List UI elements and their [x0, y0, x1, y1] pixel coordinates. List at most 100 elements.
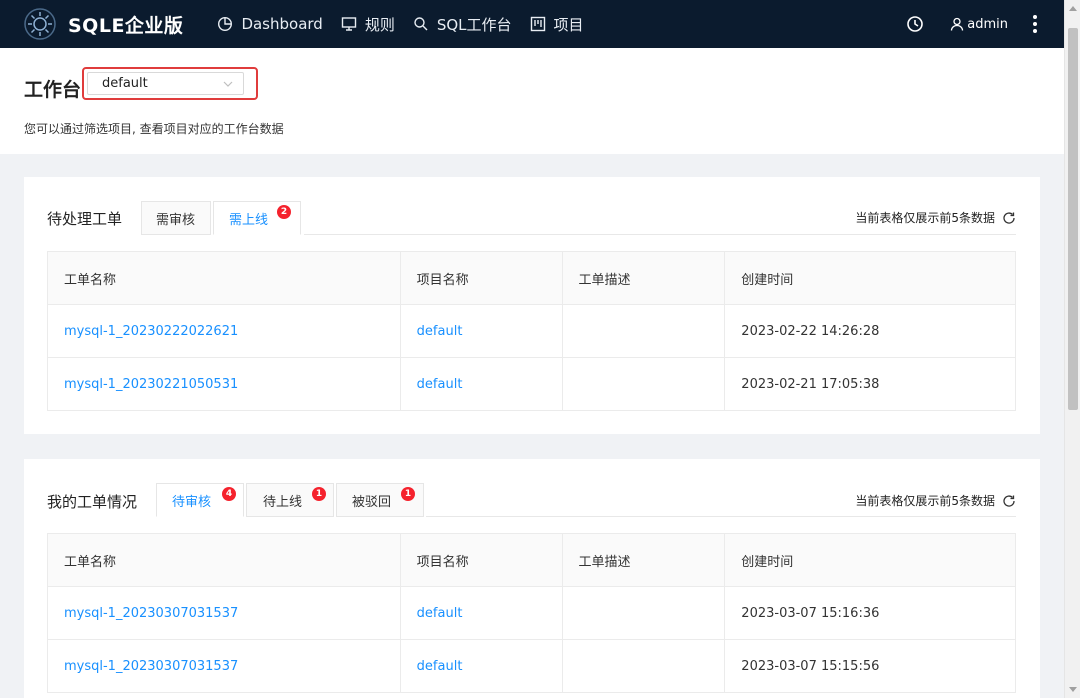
project-cell: default — [399, 304, 563, 358]
table-note: 当前表格仅展示前5条数据 — [855, 209, 1016, 226]
description-cell — [561, 357, 726, 411]
refresh-icon[interactable] — [1002, 494, 1016, 508]
column-header: 工单名称 — [47, 251, 401, 305]
order-name-link[interactable]: mysql-1_20230221050531 — [64, 377, 238, 392]
description-cell — [561, 304, 726, 358]
table-row: mysql-1_20230307031537 default 2023-03-0… — [47, 586, 1016, 640]
pending-orders-table: 工单名称 项目名称 工单描述 创建时间 mysql-1_202302220226… — [47, 251, 1016, 411]
project-link[interactable]: default — [417, 659, 463, 674]
history-clock-icon[interactable] — [906, 15, 924, 33]
brand[interactable]: SQLE企业版 — [22, 6, 183, 42]
project-cell: default — [399, 639, 563, 693]
description-cell — [561, 586, 726, 640]
nav-label: SQL工作台 — [436, 15, 512, 34]
table-row: mysql-1_20230307031537 default 2023-03-0… — [47, 639, 1016, 693]
tab-badge: 4 — [222, 487, 236, 501]
created-time-cell: 2023-03-07 15:15:56 — [724, 639, 1016, 693]
note-text: 当前表格仅展示前5条数据 — [855, 211, 995, 225]
project-icon — [530, 16, 545, 32]
tab-pending-deploy[interactable]: 待上线 1 — [246, 483, 334, 517]
card-title: 待处理工单 — [47, 210, 123, 228]
project-cell: default — [399, 586, 563, 640]
brand-name: SQLE企业版 — [68, 14, 184, 37]
chevron-down-icon — [223, 81, 233, 87]
created-time-cell: 2023-02-22 14:26:28 — [724, 304, 1016, 358]
user-icon — [951, 17, 964, 31]
tab-label: 待审核 — [172, 494, 212, 510]
pending-orders-card: 待处理工单 需审核 需上线 2 当前表格仅展示前5条数据 工单名称 项目名称 工… — [24, 177, 1040, 434]
nav-label: 项目 — [553, 15, 584, 34]
tab-need-review[interactable]: 需审核 — [141, 201, 211, 235]
tab-label: 被驳回 — [352, 494, 392, 510]
tab-badge: 1 — [312, 487, 326, 501]
scroll-down-arrow[interactable] — [1069, 687, 1077, 692]
table-row: mysql-1_20230222022621 default 2023-02-2… — [47, 304, 1016, 358]
refresh-icon[interactable] — [1002, 211, 1016, 225]
my-orders-card: 我的工单情况 待审核 4 待上线 1 被驳回 1 当前表格仅展示前5条数据 工单… — [24, 459, 1040, 698]
column-header: 项目名称 — [399, 533, 563, 587]
my-orders-table: 工单名称 项目名称 工单描述 创建时间 mysql-1_202303070315… — [47, 533, 1016, 693]
tab-label: 需审核 — [156, 212, 196, 228]
more-vertical-icon[interactable] — [1032, 14, 1038, 34]
nav-item-dashboard[interactable]: Dashboard — [217, 15, 323, 33]
column-header: 创建时间 — [724, 251, 1016, 305]
nav-item-rules[interactable]: 规则 — [341, 14, 395, 35]
order-name-link[interactable]: mysql-1_20230222022621 — [64, 324, 238, 339]
header-tools: admin — [906, 14, 1038, 34]
created-time-cell: 2023-02-21 17:05:38 — [724, 357, 1016, 411]
created-time-cell: 2023-03-07 15:16:36 — [724, 586, 1016, 640]
tab-label: 需上线 — [229, 212, 269, 228]
column-header: 项目名称 — [399, 251, 563, 305]
note-text: 当前表格仅展示前5条数据 — [855, 494, 995, 508]
project-select-value: default — [102, 76, 148, 91]
tab-label: 待上线 — [263, 494, 303, 510]
project-cell: default — [399, 357, 563, 411]
logo-icon — [24, 8, 56, 40]
search-icon — [414, 17, 428, 31]
scroll-up-arrow[interactable] — [1069, 6, 1077, 11]
my-order-tabs: 待审核 4 待上线 1 被驳回 1 — [156, 483, 426, 517]
user-menu[interactable]: admin — [950, 17, 1008, 32]
pie-chart-icon — [218, 16, 233, 32]
nav-label: 规则 — [364, 15, 395, 34]
project-link[interactable]: default — [417, 606, 463, 621]
page-header: 工作台 default 您可以通过筛选项目, 查看项目对应的工作台数据 — [0, 48, 1064, 154]
card-title: 我的工单情况 — [47, 493, 138, 511]
page-description: 您可以通过筛选项目, 查看项目对应的工作台数据 — [24, 122, 284, 136]
nav-item-projects[interactable]: 项目 — [530, 14, 584, 35]
nav-label: Dashboard — [241, 15, 323, 33]
pending-tabs: 需审核 需上线 2 — [141, 201, 303, 235]
main-nav: Dashboard 规则 SQL工作台 项目 — [199, 14, 584, 35]
top-navigation-bar: SQLE企业版 Dashboard 规则 SQL工作台 项目 admin — [0, 0, 1064, 48]
scroll-thumb[interactable] — [1068, 28, 1078, 410]
project-select[interactable]: default — [87, 72, 244, 95]
tabs-divider — [426, 516, 1016, 517]
order-name-cell: mysql-1_20230307031537 — [47, 586, 401, 640]
tab-pending-review[interactable]: 待审核 4 — [156, 483, 244, 517]
order-name-cell: mysql-1_20230221050531 — [47, 357, 401, 411]
nav-item-sql-workbench[interactable]: SQL工作台 — [413, 14, 512, 35]
table-row: mysql-1_20230221050531 default 2023-02-2… — [47, 357, 1016, 411]
order-name-link[interactable]: mysql-1_20230307031537 — [64, 659, 238, 674]
table-note: 当前表格仅展示前5条数据 — [855, 492, 1016, 509]
tab-need-deploy[interactable]: 需上线 2 — [213, 201, 301, 235]
order-name-cell: mysql-1_20230307031537 — [47, 639, 401, 693]
tab-rejected[interactable]: 被驳回 1 — [336, 483, 424, 517]
project-link[interactable]: default — [417, 377, 463, 392]
table-header-row: 工单名称 项目名称 工单描述 创建时间 — [47, 251, 1016, 305]
tabs-divider — [304, 234, 1016, 235]
column-header: 创建时间 — [724, 533, 1016, 587]
table-header-row: 工单名称 项目名称 工单描述 创建时间 — [47, 533, 1016, 587]
tab-badge: 1 — [401, 487, 415, 501]
username: admin — [967, 16, 1008, 32]
page-title: 工作台 — [24, 79, 82, 101]
column-header: 工单名称 — [47, 533, 401, 587]
project-select-highlight: default — [82, 67, 258, 100]
order-name-link[interactable]: mysql-1_20230307031537 — [64, 606, 238, 621]
description-cell — [561, 639, 726, 693]
monitor-icon — [341, 17, 357, 31]
project-link[interactable]: default — [417, 324, 463, 339]
page-scrollbar[interactable] — [1064, 0, 1080, 698]
column-header: 工单描述 — [561, 533, 726, 587]
order-name-cell: mysql-1_20230222022621 — [47, 304, 401, 358]
